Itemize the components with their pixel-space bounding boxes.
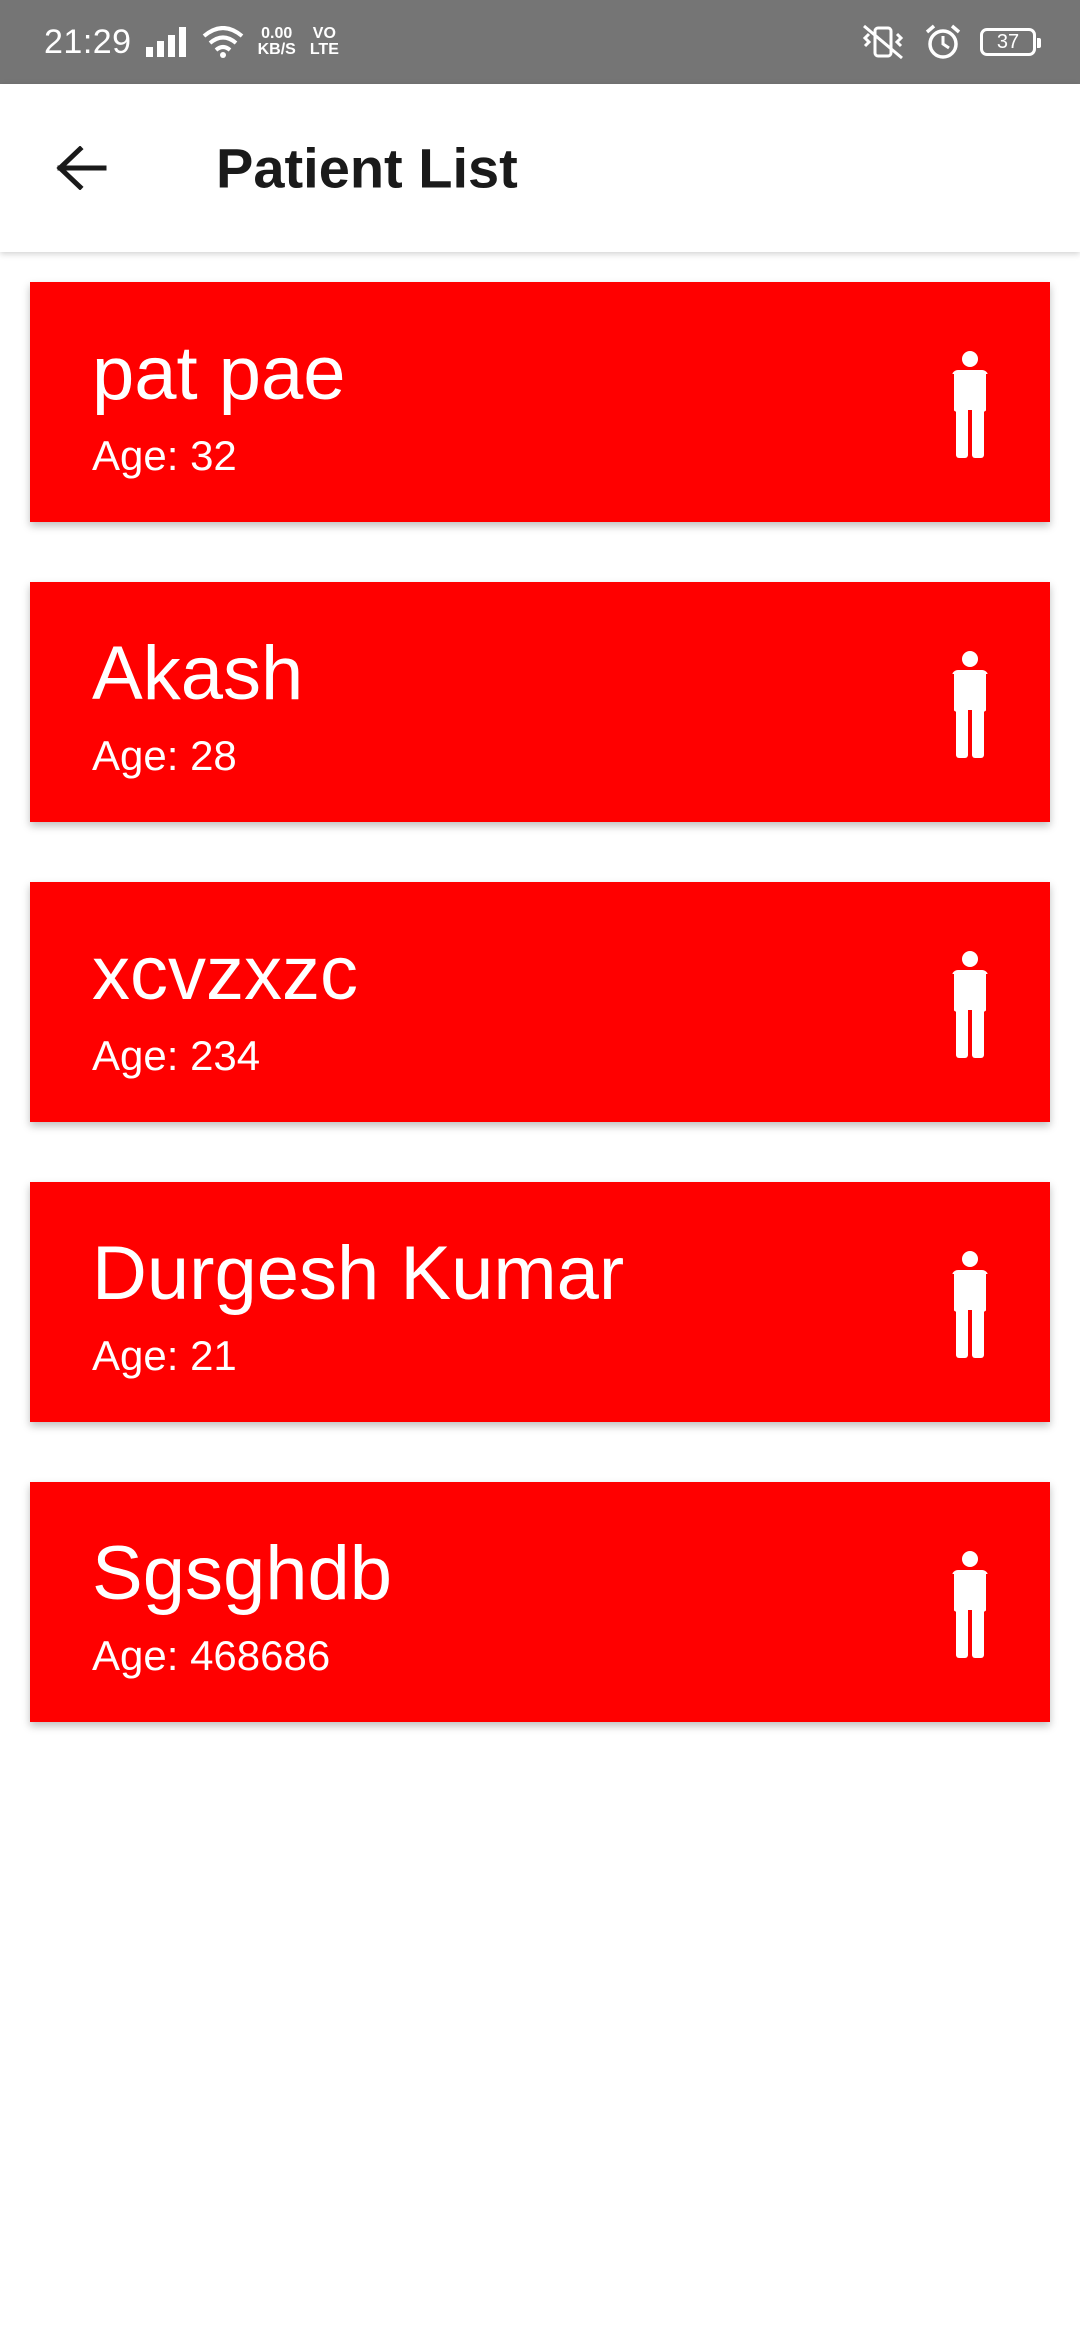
status-left: 21:29 0.00 KB/S VO LTE bbox=[44, 23, 339, 62]
patient-name: xcvzxzc bbox=[92, 931, 358, 1016]
patient-name: Akash bbox=[92, 631, 304, 716]
patient-card[interactable]: Durgesh Kumar Age: 21 bbox=[30, 1182, 1050, 1422]
person-icon bbox=[952, 351, 988, 458]
person-icon bbox=[952, 951, 988, 1058]
patient-age: Age: 21 bbox=[92, 1332, 237, 1379]
patient-name: Sgsghdb bbox=[92, 1531, 393, 1616]
person-icon bbox=[952, 1551, 988, 1658]
status-bar: 21:29 0.00 KB/S VO LTE 37 bbox=[0, 0, 1080, 84]
person-icon bbox=[952, 651, 988, 758]
patient-card[interactable]: xcvzxzc Age: 234 bbox=[30, 882, 1050, 1122]
patient-age: Age: 468686 bbox=[92, 1632, 331, 1679]
volte-top: VO bbox=[312, 25, 336, 42]
status-time: 21:29 bbox=[44, 22, 132, 61]
alarm-icon bbox=[925, 24, 961, 59]
patient-age: Age: 28 bbox=[92, 732, 237, 779]
arrow-left-icon bbox=[56, 146, 107, 190]
patient-age: Age: 32 bbox=[92, 432, 237, 479]
patient-name: pat pae bbox=[92, 331, 346, 416]
patient-card[interactable]: Akash Age: 28 bbox=[30, 582, 1050, 822]
page-title: Patient List bbox=[216, 136, 518, 200]
battery-icon: 37 bbox=[980, 28, 1041, 56]
person-icon bbox=[952, 1251, 988, 1358]
patient-age: Age: 234 bbox=[92, 1032, 261, 1079]
patient-name: Durgesh Kumar bbox=[92, 1231, 625, 1316]
battery-level: 37 bbox=[996, 30, 1020, 53]
status-right: 37 bbox=[860, 23, 1041, 61]
vibrate-icon bbox=[862, 24, 904, 60]
patient-list: pat pae Age: 32 Akash Age: 28 xcvzxzc Ag… bbox=[30, 282, 1050, 1782]
volte-bottom: LTE bbox=[309, 41, 339, 58]
app-bar: Patient List bbox=[0, 84, 1080, 252]
back-button[interactable] bbox=[44, 130, 120, 206]
signal-icon bbox=[145, 27, 186, 57]
volte-indicator: VO LTE bbox=[310, 26, 339, 58]
net-speed: 0.00 KB/S bbox=[258, 26, 296, 58]
net-speed-unit: KB/S bbox=[257, 41, 296, 58]
wifi-icon bbox=[202, 26, 243, 58]
patient-card[interactable]: Sgsghdb Age: 468686 bbox=[30, 1482, 1050, 1722]
net-speed-value: 0.00 bbox=[261, 25, 293, 42]
patient-card[interactable]: pat pae Age: 32 bbox=[30, 282, 1050, 522]
